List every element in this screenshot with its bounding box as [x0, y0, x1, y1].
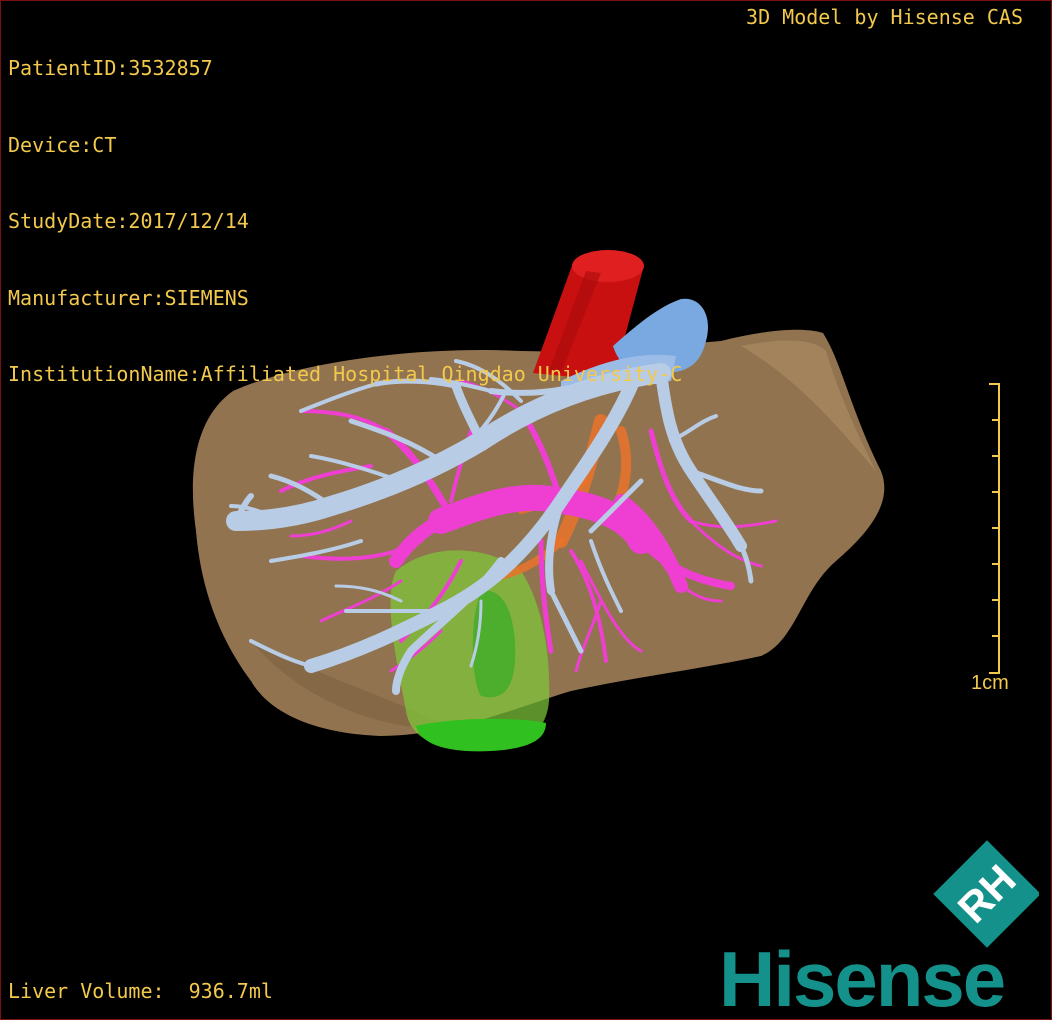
hisense-wordmark: Hisense [719, 935, 1006, 1020]
study-date: StudyDate:2017/12/14 [8, 209, 249, 233]
scale-bar-label: 1cm [971, 672, 1009, 694]
liver-volume: Liver Volume: 936.7ml [8, 979, 273, 1003]
3d-viewport[interactable]: PatientID:3532857 Device:CT StudyDate:20… [0, 0, 1052, 1020]
model-credit: 3D Model by Hisense CAS [746, 5, 1023, 29]
device: Device:CT [8, 132, 117, 157]
institution-name: InstitutionName:Affiliated Hospital Qing… [8, 362, 683, 386]
scale-bar [989, 383, 1000, 674]
hisense-rh-logo-icon: RH [933, 840, 1039, 948]
manufacturer: Manufacturer:SIEMENS [8, 285, 249, 310]
patient-id: PatientID:3532857 [8, 56, 213, 80]
dicom-info-overlay: PatientID:3532857 Device:CT StudyDate:20… [8, 5, 682, 439]
